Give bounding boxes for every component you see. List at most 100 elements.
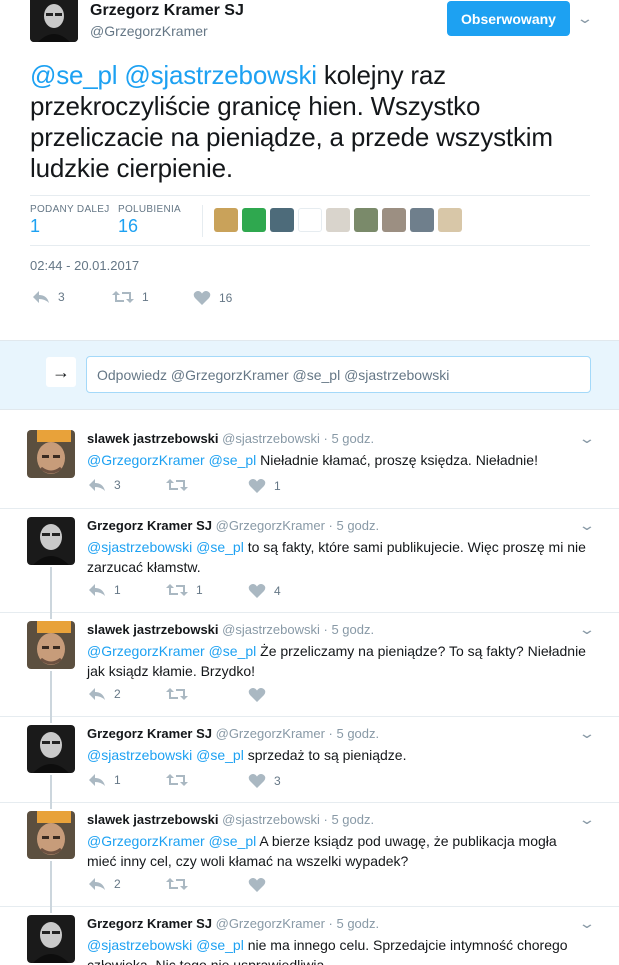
avatar[interactable] [27, 430, 75, 478]
retweets-count[interactable]: 1 [30, 216, 40, 237]
chevron-down-icon[interactable]: ⌄ [578, 725, 596, 742]
mention-link[interactable]: @sjastrzebowski @se_pl [87, 937, 244, 953]
author-avatar[interactable] [30, 0, 78, 42]
liker-avatar[interactable] [354, 208, 378, 232]
mention-link[interactable]: @sjastrzebowski @se_pl [87, 539, 244, 555]
reply-author-name[interactable]: slawek jastrzebowski [87, 431, 219, 446]
retweet-action[interactable] [166, 773, 196, 787]
retweet-icon [166, 774, 188, 786]
avatar[interactable] [27, 517, 75, 565]
retweet-icon [166, 878, 188, 890]
liker-avatar[interactable] [438, 208, 462, 232]
main-tweet: Grzegorz Kramer SJ @GrzegorzKramer Obser… [0, 0, 619, 340]
avatar[interactable] [27, 621, 75, 669]
reply-text: @sjastrzebowski @se_pl sprzedaż to są pi… [87, 745, 587, 765]
reply-text: @GrzegorzKramer @se_pl Nieładnie kłamać,… [87, 450, 587, 470]
reply-author-name[interactable]: Grzegorz Kramer SJ [87, 518, 212, 533]
divider [0, 802, 619, 803]
liker-avatar[interactable] [214, 208, 238, 232]
like-action[interactable] [248, 687, 274, 703]
heart-icon [248, 479, 266, 493]
thread-connector [50, 861, 52, 913]
retweet-count: 1 [196, 583, 203, 597]
mention-link[interactable]: @GrzegorzKramer @se_pl [87, 643, 256, 659]
retweet-action[interactable] [166, 877, 196, 891]
reply-author-handle[interactable]: @GrzegorzKramer [216, 916, 325, 931]
mention-link[interactable]: @GrzegorzKramer @se_pl [87, 833, 256, 849]
reply-body: sprzedaż to są pieniądze. [247, 747, 407, 763]
chevron-down-icon[interactable]: ⌄ [578, 621, 596, 638]
liker-avatar[interactable] [382, 208, 406, 232]
reply-author-handle[interactable]: @sjastrzebowski [222, 812, 320, 827]
like-action[interactable] [248, 877, 274, 893]
liker-avatar[interactable] [242, 208, 266, 232]
reply-time[interactable]: · 5 godz. [329, 726, 380, 741]
following-button[interactable]: Obserwowany [447, 1, 570, 36]
author-name[interactable]: Grzegorz Kramer SJ [90, 2, 244, 20]
reply-action[interactable]: 2 [88, 687, 121, 701]
mention-link[interactable]: @sjastrzebowski @se_pl [87, 747, 244, 763]
avatar[interactable] [27, 725, 75, 773]
chevron-down-icon[interactable]: ⌄ [576, 10, 594, 27]
reply-time[interactable]: · 5 godz. [329, 916, 380, 931]
retweet-action[interactable] [166, 478, 196, 492]
reply-action[interactable]: 3 [88, 478, 121, 492]
avatar[interactable] [27, 915, 75, 963]
like-action[interactable]: 4 [248, 583, 281, 599]
mention-link[interactable]: @sjastrzebowski [124, 60, 317, 90]
reply-action[interactable]: 1 [88, 773, 121, 787]
reply-author-handle[interactable]: @GrzegorzKramer [216, 726, 325, 741]
reply-author-handle[interactable]: @GrzegorzKramer [216, 518, 325, 533]
retweet-action[interactable]: 1 [166, 583, 203, 597]
chevron-down-icon[interactable]: ⌄ [578, 517, 596, 534]
reply-input[interactable] [86, 356, 591, 393]
reply-time[interactable]: · 5 godz. [329, 518, 380, 533]
reply-time[interactable]: · 5 godz. [324, 431, 375, 446]
mention-link[interactable]: @se_pl [30, 60, 118, 90]
reply-author-name[interactable]: Grzegorz Kramer SJ [87, 916, 212, 931]
reply-author-handle[interactable]: @sjastrzebowski [222, 431, 320, 446]
liker-avatar[interactable] [270, 208, 294, 232]
like-count: 4 [274, 584, 281, 598]
heart-icon [248, 774, 266, 788]
heart-icon [248, 688, 266, 702]
divider [0, 906, 619, 907]
avatar[interactable] [27, 811, 75, 859]
reply-author-name[interactable]: slawek jastrzebowski [87, 812, 219, 827]
liker-avatar[interactable] [410, 208, 434, 232]
author-handle[interactable]: @GrzegorzKramer [90, 23, 208, 39]
retweet-icon [112, 291, 134, 303]
like-action[interactable]: 16 [193, 290, 232, 306]
retweet-icon [166, 479, 188, 491]
avatar-portrait-icon [27, 811, 75, 859]
reply-action[interactable]: 1 [88, 583, 121, 597]
retweet-action[interactable]: 1 [112, 290, 149, 304]
reply-header: slawek jastrzebowski @sjastrzebowski · 5… [87, 622, 374, 637]
reply-icon [33, 291, 49, 303]
reply-author-name[interactable]: slawek jastrzebowski [87, 622, 219, 637]
reply-time[interactable]: · 5 godz. [324, 622, 375, 637]
divider [0, 716, 619, 717]
reply-time[interactable]: · 5 godz. [324, 812, 375, 827]
liker-avatar[interactable] [298, 208, 322, 232]
reply-action[interactable]: 3 [32, 290, 65, 304]
chevron-down-icon[interactable]: ⌄ [578, 915, 596, 932]
chevron-down-icon[interactable]: ⌄ [578, 430, 596, 447]
reply-author-name[interactable]: Grzegorz Kramer SJ [87, 726, 212, 741]
mention-link[interactable]: @GrzegorzKramer @se_pl [87, 452, 256, 468]
chevron-down-icon[interactable]: ⌄ [578, 811, 596, 828]
reply-author-handle[interactable]: @sjastrzebowski [222, 622, 320, 637]
heart-icon [193, 291, 211, 305]
reply-action[interactable]: 2 [88, 877, 121, 891]
liker-avatar[interactable] [326, 208, 350, 232]
reply-count: 2 [114, 877, 121, 891]
thread-connector [50, 567, 52, 619]
retweet-action[interactable] [166, 687, 196, 701]
tweet-timestamp[interactable]: 02:44 - 20.01.2017 [30, 258, 139, 273]
reply-icon [89, 774, 105, 786]
likes-count[interactable]: 16 [118, 216, 138, 237]
like-action[interactable]: 1 [248, 478, 281, 494]
like-action[interactable]: 3 [248, 773, 281, 789]
reply-text: @GrzegorzKramer @se_pl A bierze ksiądz p… [87, 831, 587, 871]
arrow-right-icon: → [46, 357, 76, 387]
